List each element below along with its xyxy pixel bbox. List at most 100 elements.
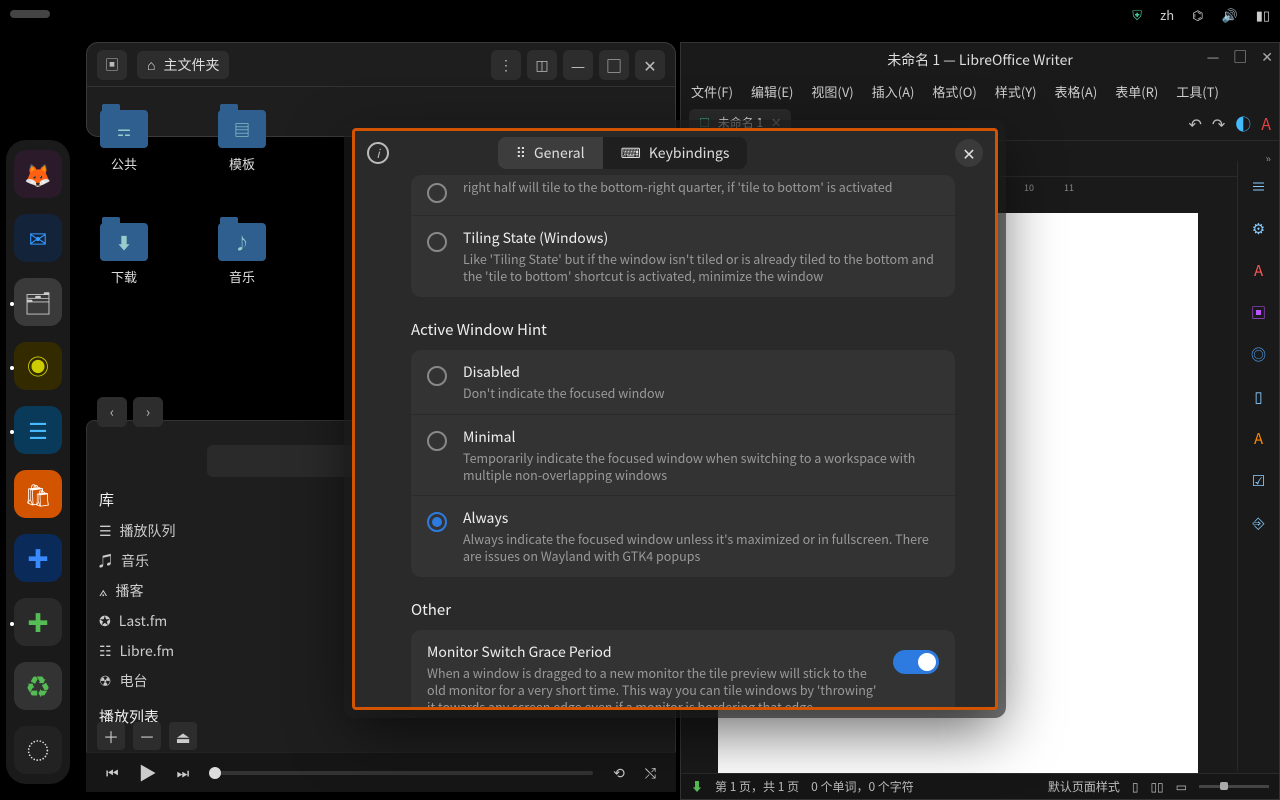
- battery-icon[interactable]: ▮▯: [1256, 5, 1270, 24]
- sidebar-panel: ≡ ⚙ A ▣ ◎ ▯ A ☑ ⎆: [1237, 161, 1279, 771]
- repeat-button[interactable]: ⟲: [613, 763, 625, 783]
- add-button[interactable]: ＋: [97, 722, 125, 750]
- gallery-icon[interactable]: ▣: [1248, 301, 1270, 323]
- save-status-icon[interactable]: ⬇: [691, 778, 703, 795]
- maximize-button[interactable]: □: [1233, 47, 1247, 67]
- settings-content[interactable]: right half will tile to the bottom-right…: [355, 175, 995, 707]
- volume-icon[interactable]: 🔊: [1222, 5, 1238, 24]
- option-always[interactable]: Always Always indicate the focused windo…: [411, 495, 955, 577]
- option-tiling-state-windows[interactable]: Tiling State (Windows) Like 'Tiling Stat…: [411, 215, 955, 297]
- dock-firefox[interactable]: 🦊: [14, 150, 62, 198]
- menu-format[interactable]: 格式(O): [932, 82, 976, 101]
- dock-extension2[interactable]: ✚: [14, 598, 62, 646]
- close-button[interactable]: ✕: [955, 139, 983, 167]
- tab-keybindings[interactable]: ⌨ Keybindings: [603, 137, 748, 169]
- grid-icon: ⠿: [516, 143, 526, 163]
- dock-extension1[interactable]: ✚: [14, 534, 62, 582]
- sidebar-item-music[interactable]: ♫音乐: [99, 546, 235, 576]
- properties-icon[interactable]: ⚙: [1248, 217, 1270, 239]
- dock-software[interactable]: 🛍: [14, 470, 62, 518]
- option-minimal[interactable]: Minimal Temporarily indicate the focused…: [411, 414, 955, 496]
- menu-styles[interactable]: 样式(Y): [995, 82, 1037, 101]
- folder-templates[interactable]: ▤ 模板: [218, 110, 266, 173]
- zoom-slider[interactable]: [1199, 785, 1269, 788]
- hamburger-icon[interactable]: ⋮: [491, 50, 521, 80]
- dock-writer[interactable]: ☰: [14, 406, 62, 454]
- prev-button[interactable]: ⏮: [106, 763, 119, 783]
- page-icon[interactable]: ▯: [1248, 385, 1270, 407]
- radio-checked[interactable]: [427, 512, 447, 532]
- info-icon[interactable]: i: [367, 142, 389, 164]
- sidebar-item-librefm[interactable]: ☷Libre.fm: [99, 636, 235, 666]
- radio-unchecked[interactable]: [427, 183, 447, 203]
- menu-file[interactable]: 文件(F): [691, 82, 733, 101]
- option-title: Disabled: [463, 362, 939, 382]
- style-inspect-icon[interactable]: A: [1248, 427, 1270, 449]
- menu-tools[interactable]: 工具(T): [1176, 82, 1219, 101]
- tab-general[interactable]: ⠿ General: [498, 137, 603, 169]
- status-bar: ⬇ 第 1 页，共 1 页 0 个单词，0 个字符 默认页面样式 ▯ ▯▯ ▭: [681, 773, 1279, 799]
- minimize-button[interactable]: —: [563, 50, 593, 80]
- shuffle-button[interactable]: ⤭: [645, 763, 656, 783]
- sidebar-item-radio[interactable]: ☢电台: [99, 666, 235, 696]
- close-button[interactable]: ✕: [635, 50, 665, 80]
- menu-insert[interactable]: 插入(A): [872, 82, 915, 101]
- shield-icon[interactable]: ⛨: [1132, 5, 1142, 24]
- folder-downloads[interactable]: ⬇ 下载: [100, 223, 148, 286]
- radio-unchecked[interactable]: [427, 431, 447, 451]
- option-disabled[interactable]: Disabled Don't indicate the focused wind…: [411, 350, 955, 414]
- activities-pill[interactable]: [10, 10, 50, 18]
- accessibility-icon[interactable]: ⎆: [1248, 511, 1270, 533]
- font-color-icon[interactable]: A: [1261, 111, 1271, 135]
- highlight-icon[interactable]: ◐: [1235, 111, 1251, 135]
- styles-icon[interactable]: A: [1248, 259, 1270, 281]
- option-monitor-grace[interactable]: Monitor Switch Grace Period When a windo…: [411, 630, 955, 707]
- toggle-on[interactable]: [893, 650, 939, 674]
- menu-table[interactable]: 表格(A): [1055, 82, 1098, 101]
- folder-music[interactable]: ♪ 音乐: [218, 223, 266, 286]
- redo-icon[interactable]: ↷: [1212, 111, 1225, 135]
- menu-form[interactable]: 表单(R): [1115, 82, 1158, 101]
- seek-bar[interactable]: [209, 771, 593, 775]
- home-icon: ⌂: [147, 55, 155, 75]
- navigator-icon[interactable]: ◎: [1248, 343, 1270, 365]
- view-single-icon[interactable]: ▯: [1132, 778, 1139, 795]
- nav-fwd-icon[interactable]: ›: [133, 397, 163, 427]
- play-button[interactable]: ▶: [139, 760, 157, 786]
- input-method-label[interactable]: zh: [1160, 5, 1174, 24]
- network-icon[interactable]: ⌬: [1192, 5, 1203, 24]
- minimize-button[interactable]: —: [1207, 47, 1220, 67]
- folder-public[interactable]: ⚎ 公共: [100, 110, 148, 173]
- option-desc: Temporarily indicate the focused window …: [463, 450, 939, 484]
- sidebar-item-podcast[interactable]: ⟑播客: [99, 576, 235, 606]
- dock-apps[interactable]: ◌: [14, 726, 62, 774]
- dock-rhythmbox[interactable]: ◉: [14, 342, 62, 390]
- dock-trash[interactable]: ♻: [14, 662, 62, 710]
- sidebar-item-queue[interactable]: ☰播放队列: [99, 516, 235, 546]
- dock-thunderbird[interactable]: ✉: [14, 214, 62, 262]
- radio-unchecked[interactable]: [427, 232, 447, 252]
- radio-unchecked[interactable]: [427, 366, 447, 386]
- path-bar[interactable]: ⌂ 主文件夹: [137, 51, 229, 79]
- dock-files[interactable]: 🗂: [14, 278, 62, 326]
- maximize-button[interactable]: □: [599, 50, 629, 80]
- view-multi-icon[interactable]: ▯▯: [1150, 778, 1163, 795]
- menu-view[interactable]: 视图(V): [811, 82, 853, 101]
- sidebar-toggle-icon[interactable]: ▣: [97, 50, 127, 80]
- undo-icon[interactable]: ↶: [1188, 111, 1201, 135]
- sidebar-menu-icon[interactable]: ≡: [1248, 175, 1270, 197]
- remove-button[interactable]: －: [133, 722, 161, 750]
- keyboard-icon: ⌨: [621, 143, 641, 163]
- eject-icon[interactable]: ⏏: [169, 722, 197, 750]
- nav-back-icon[interactable]: ‹: [97, 397, 127, 427]
- view-book-icon[interactable]: ▭: [1176, 778, 1187, 795]
- next-button[interactable]: ⏭: [177, 763, 190, 783]
- option-tiling-state-partial[interactable]: right half will tile to the bottom-right…: [411, 175, 955, 215]
- music-sidebar: 库 ☰播放队列 ♫音乐 ⟑播客 ✪Last.fm ☷Libre.fm ☢电台 播…: [87, 481, 247, 709]
- changes-icon[interactable]: ☑: [1248, 469, 1270, 491]
- menu-edit[interactable]: 编辑(E): [751, 82, 793, 101]
- view-icon[interactable]: ◫: [527, 50, 557, 80]
- sidebar-item-lastfm[interactable]: ✪Last.fm: [99, 606, 235, 636]
- close-button[interactable]: ✕: [1261, 47, 1273, 67]
- top-bar: ⛨ zh ⌬ 🔊 ▮▯: [0, 0, 1280, 28]
